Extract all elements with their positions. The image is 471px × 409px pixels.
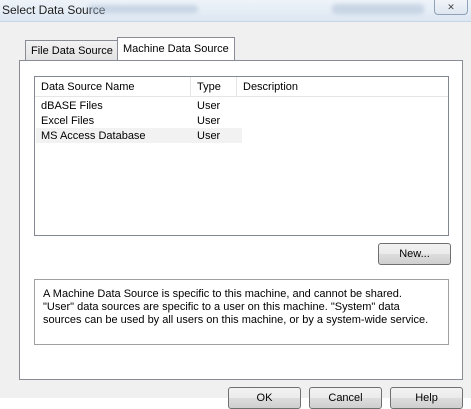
- column-header-description[interactable]: Description: [237, 77, 448, 97]
- column-header-name[interactable]: Data Source Name: [35, 77, 191, 97]
- data-source-name: MS Access Database: [41, 129, 146, 142]
- new-button[interactable]: New...: [378, 243, 451, 265]
- data-source-name: Excel Files: [41, 114, 95, 127]
- data-source-type: User: [197, 99, 221, 112]
- column-header-type[interactable]: Type: [191, 77, 237, 97]
- close-icon: ✕: [447, 2, 455, 12]
- info-line: "User" data sources are specific to a us…: [43, 301, 400, 313]
- title-bar-blurred-region: [88, 5, 198, 13]
- data-source-type: User: [197, 114, 221, 127]
- list-item[interactable]: MS Access Database User: [36, 128, 242, 143]
- ok-button[interactable]: OK: [228, 387, 301, 409]
- dialog-client-area: File Data Source Machine Data Source Dat…: [0, 22, 471, 409]
- list-item[interactable]: Excel Files User: [36, 113, 242, 128]
- cancel-button[interactable]: Cancel: [309, 387, 382, 409]
- tab-machine-data-source[interactable]: Machine Data Source: [117, 37, 235, 60]
- title-bar[interactable]: Select Data Source ✕: [0, 0, 471, 22]
- help-button[interactable]: Help: [390, 387, 463, 409]
- list-header: Data Source Name Type Description: [35, 77, 448, 97]
- tab-file-data-source[interactable]: File Data Source: [25, 40, 119, 60]
- info-line: A Machine Data Source is specific to thi…: [43, 288, 402, 300]
- list-item[interactable]: dBASE Files User: [36, 98, 242, 113]
- data-source-name: dBASE Files: [41, 99, 103, 112]
- tab-label: File Data Source: [31, 44, 113, 57]
- title-bar-blurred-region: [332, 4, 424, 14]
- tab-label: Machine Data Source: [123, 43, 229, 55]
- info-line: sources can be used by all users on this…: [43, 314, 429, 326]
- close-button[interactable]: ✕: [434, 0, 468, 15]
- info-text-box: A Machine Data Source is specific to thi…: [34, 279, 449, 345]
- data-source-type: User: [197, 129, 221, 142]
- data-source-list[interactable]: Data Source Name Type Description dBASE …: [34, 76, 449, 236]
- machine-data-source-panel: Data Source Name Type Description dBASE …: [19, 60, 463, 380]
